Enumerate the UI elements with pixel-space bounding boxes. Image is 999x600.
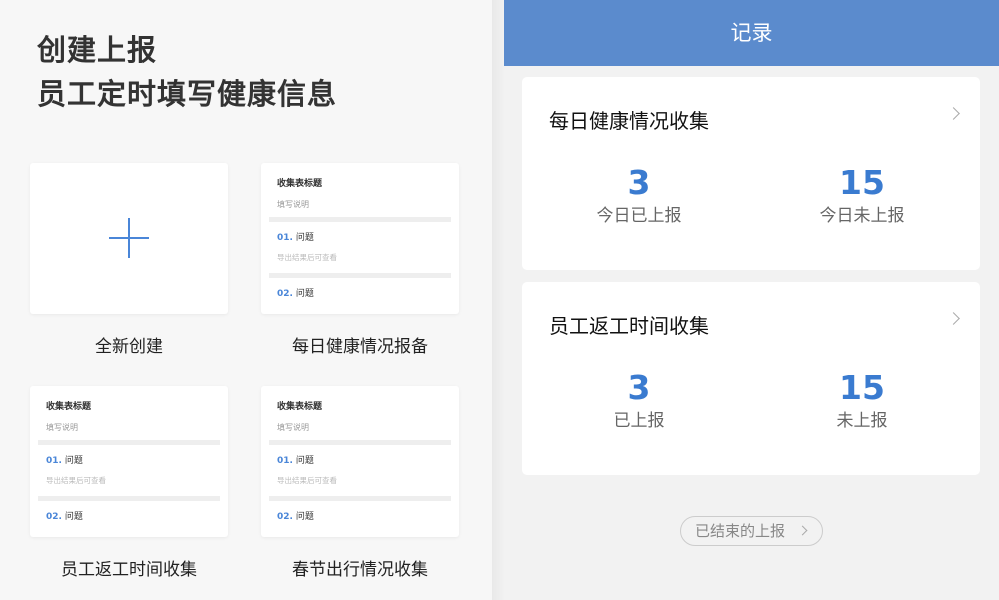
preview-question-2: 02. 问题 <box>277 509 314 522</box>
question-label: 问题 <box>295 289 314 299</box>
question-number: 01. <box>277 233 293 243</box>
preview-title: 收集表标题 <box>277 179 323 189</box>
question-number: 02. <box>46 512 62 522</box>
preview-question-1: 01. 问题 <box>277 230 314 243</box>
chevron-right-icon <box>947 312 960 325</box>
record-card-return-to-work[interactable]: 员工返工时间收集 3 已上报 15 未上报 <box>522 282 980 475</box>
question-label: 问题 <box>295 456 314 466</box>
stat-label: 已上报 <box>613 411 665 431</box>
stat-not-reported: 15 未上报 <box>762 368 962 434</box>
question-label: 问题 <box>64 512 83 522</box>
chevron-right-icon <box>797 525 808 536</box>
preview-hint: 导出结果后可查看 <box>277 476 337 485</box>
preview-desc: 填写说明 <box>277 423 309 432</box>
question-number: 01. <box>46 456 62 466</box>
template-card-new[interactable] <box>30 163 228 314</box>
template-card-spring-festival-travel[interactable]: 收集表标题 填写说明 01. 问题 导出结果后可查看 02. 问题 <box>261 386 459 537</box>
records-panel: 记录 每日健康情况收集 3 今日已上报 15 今日未上报 员工返工时间收集 3 … <box>504 0 999 600</box>
stat-reported: 3 已上报 <box>539 368 739 434</box>
preview-question-2: 02. 问题 <box>277 286 314 299</box>
stat-value: 3 <box>627 368 651 407</box>
preview-question-2: 02. 问题 <box>46 509 83 522</box>
preview-divider <box>269 273 451 278</box>
template-card-daily-health[interactable]: 收集表标题 填写说明 01. 问题 导出结果后可查看 02. 问题 <box>261 163 459 314</box>
ended-reports-button[interactable]: 已结束的上报 <box>680 516 823 546</box>
preview-question-1: 01. 问题 <box>277 453 314 466</box>
question-number: 02. <box>277 289 293 299</box>
question-label: 问题 <box>295 233 314 243</box>
form-preview: 收集表标题 填写说明 01. 问题 导出结果后可查看 02. 问题 <box>261 386 459 537</box>
hero-line-1: 创建上报 <box>37 33 158 67</box>
preview-divider <box>38 440 220 445</box>
template-card-return-to-work[interactable]: 收集表标题 填写说明 01. 问题 导出结果后可查看 02. 问题 <box>30 386 228 537</box>
preview-divider <box>269 496 451 501</box>
form-preview: 收集表标题 填写说明 01. 问题 导出结果后可查看 02. 问题 <box>30 386 228 537</box>
preview-hint: 导出结果后可查看 <box>46 476 106 485</box>
plus-icon <box>109 218 149 258</box>
hero-heading: 创建上报 员工定时填写健康信息 <box>37 28 337 116</box>
template-caption-spring-festival-travel: 春节出行情况收集 <box>292 560 428 580</box>
record-card-title: 每日健康情况收集 <box>549 109 709 133</box>
question-label: 问题 <box>295 512 314 522</box>
preview-divider <box>269 217 451 222</box>
preview-hint: 导出结果后可查看 <box>277 253 337 262</box>
preview-title: 收集表标题 <box>46 402 92 412</box>
stat-value: 3 <box>627 163 651 202</box>
stat-not-reported: 15 今日未上报 <box>762 163 962 229</box>
preview-title: 收集表标题 <box>277 402 323 412</box>
question-number: 02. <box>277 512 293 522</box>
stat-label: 今日已上报 <box>596 206 682 226</box>
ended-reports-label: 已结束的上报 <box>695 522 786 540</box>
template-caption-return-to-work: 员工返工时间收集 <box>61 560 197 580</box>
question-label: 问题 <box>64 456 83 466</box>
chevron-right-icon <box>947 107 960 120</box>
template-caption-daily-health: 每日健康情况报备 <box>292 337 428 357</box>
stat-reported: 3 今日已上报 <box>539 163 739 229</box>
record-card-daily-health[interactable]: 每日健康情况收集 3 今日已上报 15 今日未上报 <box>522 77 980 270</box>
record-card-title: 员工返工时间收集 <box>549 314 709 338</box>
preview-desc: 填写说明 <box>277 200 309 209</box>
preview-divider <box>38 496 220 501</box>
hero-line-2: 员工定时填写健康信息 <box>37 77 338 111</box>
template-caption-new: 全新创建 <box>95 337 163 357</box>
question-number: 01. <box>277 456 293 466</box>
form-preview: 收集表标题 填写说明 01. 问题 导出结果后可查看 02. 问题 <box>261 163 459 314</box>
preview-divider <box>269 440 451 445</box>
preview-desc: 填写说明 <box>46 423 78 432</box>
stat-value: 15 <box>839 163 885 202</box>
stat-value: 15 <box>839 368 885 407</box>
stat-label: 未上报 <box>836 411 888 431</box>
preview-question-1: 01. 问题 <box>46 453 83 466</box>
panel-divider <box>492 0 504 600</box>
records-header: 记录 <box>504 0 999 66</box>
left-panel: 创建上报 员工定时填写健康信息 全新创建 收集表标题 填写说明 01. 问题 导… <box>0 0 492 600</box>
stat-label: 今日未上报 <box>819 206 905 226</box>
